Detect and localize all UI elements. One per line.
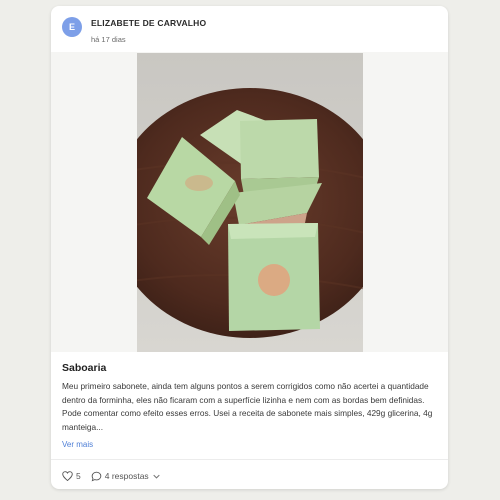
post-actions: 5 4 respostas (62, 468, 160, 484)
speech-bubble-icon (91, 471, 102, 481)
post-timestamp: há 17 dias (91, 35, 126, 44)
heart-icon (62, 471, 73, 481)
divider (51, 459, 448, 460)
post-excerpt: Meu primeiro sabonete, ainda tem alguns … (62, 381, 433, 432)
comments-button[interactable]: 4 respostas (91, 471, 160, 482)
like-count: 5 (76, 471, 81, 481)
avatar[interactable]: E (62, 17, 82, 37)
chevron-down-icon[interactable] (153, 474, 160, 479)
post-media[interactable] (51, 52, 448, 352)
post-title[interactable]: Saboaria (62, 362, 106, 374)
like-button[interactable]: 5 (62, 471, 81, 481)
post-header: E ELIZABETE DE CARVALHO há 17 dias (62, 17, 432, 51)
author-name[interactable]: ELIZABETE DE CARVALHO (91, 18, 206, 28)
comments-count: 4 respostas (104, 471, 149, 481)
see-more-link[interactable]: Ver mais (62, 440, 93, 449)
post-photo[interactable] (137, 53, 363, 352)
post-card: E ELIZABETE DE CARVALHO há 17 dias Saboa… (51, 6, 448, 489)
